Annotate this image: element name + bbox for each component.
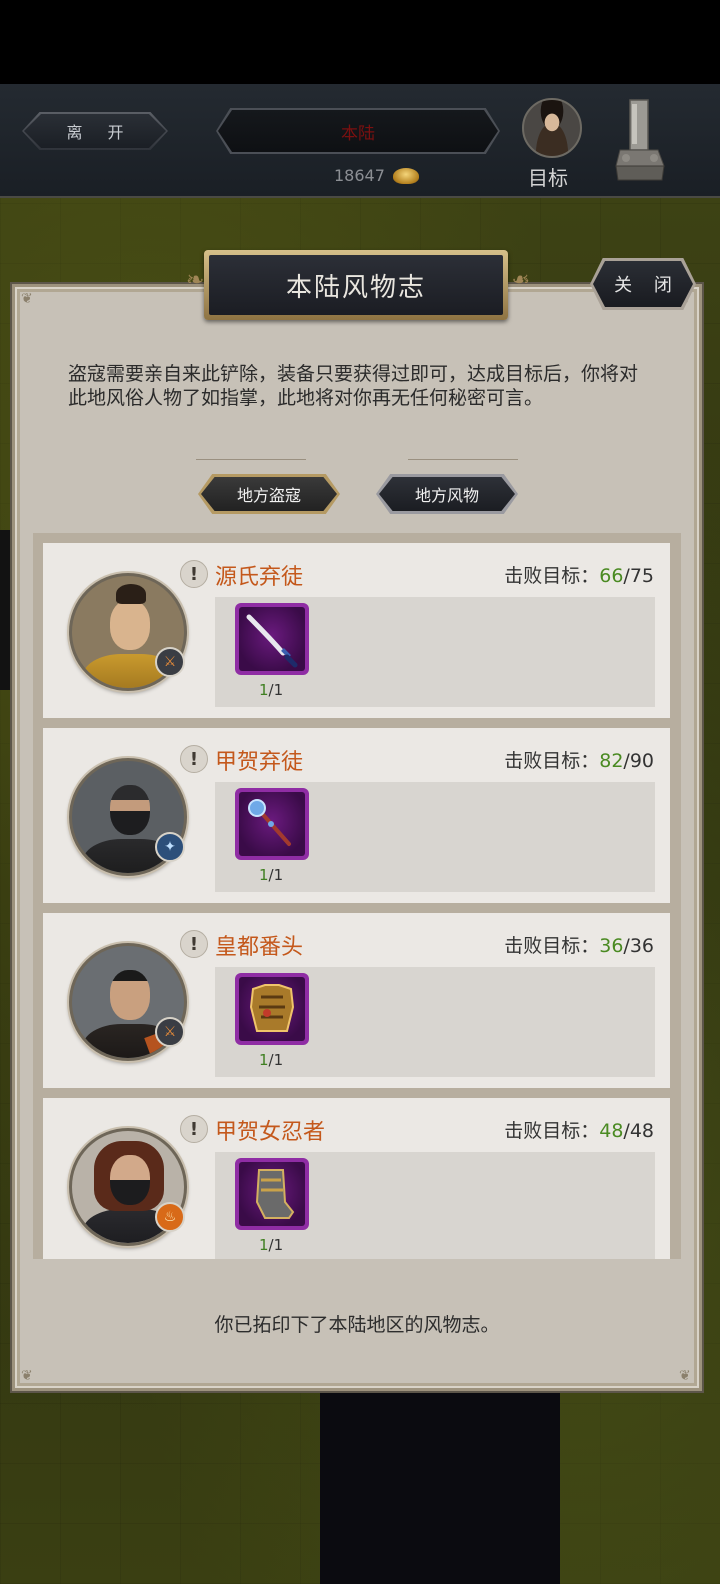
divider-left <box>196 452 306 460</box>
bandit-card: ♨ ! 甲贺女忍者 击败目标：48/48 1/1 <box>43 1098 670 1259</box>
tab-local-customs[interactable]: 地方风物 <box>376 474 518 514</box>
item-have: 1 <box>259 1051 269 1069</box>
map-shadow-bottom <box>320 1390 560 1584</box>
gold-ingot-icon <box>392 167 419 184</box>
water-badge-icon: ✦ <box>155 832 185 862</box>
leave-button-label: 离 开 <box>66 123 134 142</box>
bandit-name: 源氏弃徒 <box>215 565 304 590</box>
fire-badge-icon: ♨ <box>155 1202 185 1232</box>
leave-button[interactable]: 离 开 <box>22 112 168 150</box>
item-have: 1 <box>259 866 269 884</box>
panel-title-plate: 本陆风物志 <box>204 250 508 320</box>
close-button[interactable]: 关 闭 <box>590 258 696 310</box>
defeat-label: 击败目标： <box>504 1120 600 1142</box>
mace-icon <box>248 799 291 846</box>
alert-icon: ! <box>180 560 208 588</box>
divider-right <box>408 452 518 460</box>
defeat-target: 击败目标：48/48 <box>504 1116 654 1143</box>
item-count: 1/1 <box>259 681 283 699</box>
defeat-total: /75 <box>623 565 654 587</box>
defeat-count: 36 <box>599 935 624 957</box>
tab-label: 地方盗寇 <box>236 486 301 505</box>
bandit-name: 皇都番头 <box>215 935 304 960</box>
tab-label: 地方风物 <box>414 486 479 505</box>
monument-icon[interactable] <box>612 96 668 184</box>
corner-ornament-icon: ❦ <box>679 1368 691 1384</box>
item-count: 1/1 <box>259 1051 283 1069</box>
drop-area: 1/1 <box>215 967 655 1077</box>
item-total: /1 <box>268 1051 284 1069</box>
bandit-card: ⚔ ! 源氏弃徒 击败目标：66/75 1/1 <box>43 543 670 718</box>
armor-icon <box>249 984 295 1032</box>
drop-area: 1/1 <box>215 597 655 707</box>
defeat-count: 82 <box>599 750 624 772</box>
item-total: /1 <box>268 866 284 884</box>
item-count: 1/1 <box>259 866 283 884</box>
greaves-icon <box>255 1169 295 1219</box>
intro-text: 盗寇需要亲自来此铲除，装备只要获得过即可，达成目标后，你将对此地风俗人物了如指掌… <box>68 363 639 409</box>
drop-area: 1/1 <box>215 1152 655 1259</box>
close-button-label: 关 闭 <box>614 275 680 296</box>
alert-icon: ! <box>180 745 208 773</box>
defeat-label: 击败目标： <box>504 565 600 587</box>
item-count: 1/1 <box>259 1236 283 1254</box>
drop-area: 1/1 <box>215 782 655 892</box>
region-name: 本陆 <box>341 123 375 144</box>
defeat-label: 击败目标： <box>504 750 600 772</box>
sword-badge-icon: ⚔ <box>155 1017 185 1047</box>
defeat-target: 击败目标：66/75 <box>504 561 654 588</box>
bandit-card: ✦ ! 甲贺弃徒 击败目标：82/90 1/1 <box>43 728 670 903</box>
bandit-name: 甲贺弃徒 <box>215 750 304 775</box>
tab-local-bandits[interactable]: 地方盗寇 <box>198 474 340 514</box>
defeat-count: 48 <box>599 1120 624 1142</box>
corner-ornament-icon: ❦ <box>21 1368 33 1384</box>
sword-badge-icon: ⚔ <box>155 647 185 677</box>
defeat-total: /48 <box>623 1120 654 1142</box>
coin-value: 18647 <box>334 166 385 185</box>
defeat-total: /36 <box>623 935 654 957</box>
item-slot[interactable] <box>235 1158 309 1230</box>
item-slot[interactable] <box>235 973 309 1045</box>
alert-icon: ! <box>180 930 208 958</box>
region-name-plate: 本陆 <box>216 108 500 154</box>
defeat-label: 击败目标： <box>504 935 600 957</box>
corner-ornament-icon: ❦ <box>21 291 33 307</box>
defeat-total: /90 <box>623 750 654 772</box>
top-hud: 离 开 本陆 18647 目标 <box>0 84 720 198</box>
coin-counter: 18647 <box>334 166 419 185</box>
panel-title: 本陆风物志 <box>285 272 426 303</box>
bandit-name: 甲贺女忍者 <box>215 1120 326 1145</box>
defeat-target: 击败目标：36/36 <box>504 931 654 958</box>
defeat-target: 击败目标：82/90 <box>504 746 654 773</box>
item-slot[interactable] <box>235 603 309 675</box>
item-have: 1 <box>259 681 269 699</box>
footer-text: 你已拓印下了本陆地区的风物志。 <box>214 1314 500 1336</box>
katana-icon <box>246 614 298 668</box>
alert-icon: ! <box>180 1115 208 1143</box>
item-have: 1 <box>259 1236 269 1254</box>
target-avatar[interactable] <box>522 98 582 158</box>
defeat-count: 66 <box>599 565 624 587</box>
item-total: /1 <box>268 681 284 699</box>
bandit-list[interactable]: ⚔ ! 源氏弃徒 击败目标：66/75 1/1 ✦ ! 甲贺弃徒 击败目标：82… <box>33 533 681 1259</box>
target-label[interactable]: 目标 <box>528 162 568 191</box>
bandit-card: ⚔ ! 皇都番头 击败目标：36/36 1/1 <box>43 913 670 1088</box>
item-slot[interactable] <box>235 788 309 860</box>
item-total: /1 <box>268 1236 284 1254</box>
title-ornament-right-icon: ❧ <box>511 268 530 293</box>
